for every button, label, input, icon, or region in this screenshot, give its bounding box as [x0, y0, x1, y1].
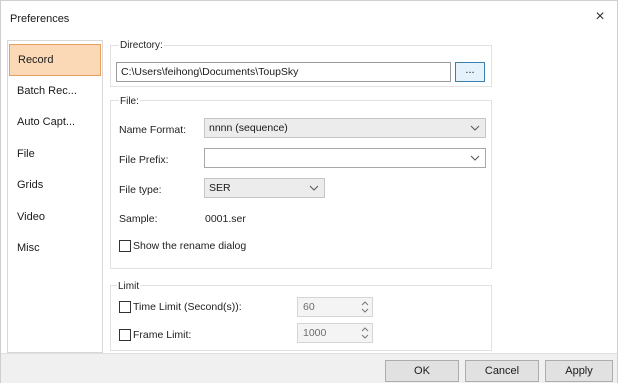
preferences-dialog: Preferences × Record Batch Rec... Auto C…: [0, 0, 618, 383]
frame-limit-checkbox[interactable]: [119, 329, 131, 341]
file-type-label: File type:: [119, 184, 162, 196]
sidebar-item-record[interactable]: Record: [9, 44, 101, 76]
rename-dialog-label: Show the rename dialog: [133, 240, 247, 252]
frame-limit-label: Frame Limit:: [133, 329, 192, 341]
file-prefix-label: File Prefix:: [119, 154, 169, 166]
rename-dialog-checkbox[interactable]: [119, 240, 131, 252]
spinner-arrows-icon[interactable]: [359, 325, 371, 341]
sidebar-item-label: Auto Capt...: [17, 116, 76, 128]
file-group-label: File:: [119, 96, 140, 107]
sidebar-item-label: Record: [18, 54, 54, 66]
chevron-down-icon: [470, 125, 480, 131]
browse-button[interactable]: ...: [455, 62, 485, 82]
name-format-label: Name Format:: [119, 124, 187, 136]
directory-path-field[interactable]: C:\Users\feihong\Documents\ToupSky: [116, 62, 451, 82]
name-format-select[interactable]: nnnn (sequence): [204, 118, 486, 138]
sidebar-item-label: Grids: [17, 179, 44, 191]
title-bar: Preferences ×: [1, 1, 617, 33]
sidebar-item-label: File: [17, 148, 35, 160]
apply-button[interactable]: Apply: [545, 360, 613, 382]
sidebar-item-misc[interactable]: Misc: [8, 232, 102, 264]
category-list: Record Batch Rec... Auto Capt... File Gr…: [7, 40, 103, 353]
close-button[interactable]: ×: [587, 5, 613, 29]
sidebar-item-grids[interactable]: Grids: [8, 169, 102, 201]
file-type-value: SER: [209, 182, 231, 194]
time-limit-label: Time Limit (Second(s)):: [133, 301, 242, 313]
sidebar-item-auto-capture[interactable]: Auto Capt...: [8, 106, 102, 138]
sidebar-item-label: Video: [17, 211, 45, 223]
sidebar-item-batch-record[interactable]: Batch Rec...: [8, 75, 102, 107]
file-prefix-combo[interactable]: [204, 148, 486, 168]
file-type-select[interactable]: SER: [204, 178, 325, 198]
sidebar-item-video[interactable]: Video: [8, 201, 102, 233]
ok-button[interactable]: OK: [385, 360, 459, 382]
directory-group-label: Directory:: [119, 40, 164, 51]
chevron-down-icon: [470, 155, 480, 161]
time-limit-value: 60: [303, 301, 315, 313]
time-limit-checkbox[interactable]: [119, 301, 131, 313]
sidebar-item-file[interactable]: File: [8, 138, 102, 170]
sample-value: 0001.ser: [205, 213, 246, 225]
close-icon: ×: [595, 8, 605, 25]
cancel-button[interactable]: Cancel: [465, 360, 539, 382]
sidebar-item-label: Misc: [17, 242, 40, 254]
dialog-footer: OK Cancel Apply: [1, 353, 617, 383]
limit-group-label: Limit: [117, 281, 141, 292]
spinner-arrows-icon[interactable]: [359, 299, 371, 315]
frame-limit-stepper[interactable]: 1000: [297, 323, 373, 343]
window-title: Preferences: [10, 13, 70, 25]
time-limit-stepper[interactable]: 60: [297, 297, 373, 317]
sample-label: Sample:: [119, 213, 158, 225]
name-format-value: nnnn (sequence): [209, 122, 288, 134]
sidebar-item-label: Batch Rec...: [17, 85, 77, 97]
frame-limit-value: 1000: [303, 327, 327, 339]
chevron-down-icon: [309, 185, 319, 191]
